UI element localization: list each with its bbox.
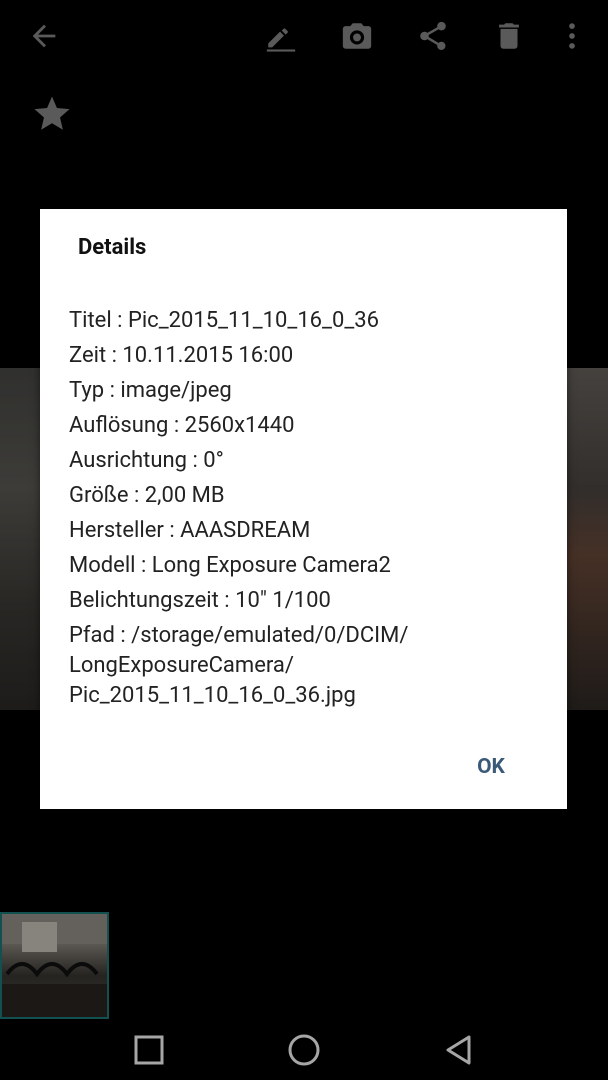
detail-value: AAASDREAM: [180, 518, 311, 543]
detail-value: Pic_2015_11_10_16_0_36: [127, 308, 379, 333]
detail-label: Modell: [69, 553, 136, 578]
detail-label: Zeit: [69, 343, 107, 368]
ok-button[interactable]: OK: [458, 747, 524, 787]
detail-separator: :: [104, 378, 121, 403]
detail-row: Größe : 2,00 MB: [69, 481, 539, 511]
detail-separator: :: [106, 343, 123, 368]
detail-label: Typ: [69, 378, 105, 403]
detail-value: image/jpeg: [120, 378, 232, 403]
detail-value: 10.11.2015 16:00: [122, 343, 294, 368]
details-dialog: Details Titel : Pic_2015_11_10_16_0_36 Ze…: [40, 209, 567, 809]
detail-separator: :: [135, 553, 152, 578]
detail-separator: :: [163, 518, 181, 543]
detail-value: 0°: [203, 448, 224, 473]
detail-separator: :: [218, 588, 236, 613]
details-list: Titel : Pic_2015_11_10_16_0_36 Zeit : 10.…: [69, 306, 539, 716]
detail-separator: :: [111, 308, 128, 333]
detail-label: Auflösung: [69, 413, 169, 438]
detail-label: Größe: [69, 483, 129, 508]
detail-row: Titel : Pic_2015_11_10_16_0_36: [69, 306, 539, 336]
dialog-title: Details: [78, 235, 147, 260]
detail-value: 10" 1/100: [235, 588, 331, 613]
detail-row: Zeit : 10.11.2015 16:00: [69, 341, 539, 371]
detail-separator: :: [186, 448, 204, 473]
detail-row: Belichtungszeit : 10" 1/100: [69, 586, 539, 616]
detail-label: Ausrichtung: [69, 448, 187, 473]
detail-row: Modell : Long Exposure Camera2: [69, 551, 539, 581]
detail-value: Long Exposure Camera2: [151, 553, 391, 578]
detail-label: Belichtungszeit: [69, 588, 219, 613]
detail-row: Ausrichtung : 0°: [69, 446, 539, 476]
detail-row: Pfad : /storage/emulated/0/DCIM/ LongExp…: [69, 621, 539, 711]
detail-label: Hersteller: [69, 518, 164, 543]
detail-separator: :: [168, 413, 185, 438]
detail-label: Pfad: [69, 623, 115, 648]
detail-separator: :: [114, 623, 132, 648]
detail-value: 2560x1440: [184, 413, 295, 438]
detail-row: Auflösung : 2560x1440: [69, 411, 539, 441]
detail-row: Hersteller : AAASDREAM: [69, 516, 539, 546]
detail-separator: :: [128, 483, 145, 508]
detail-value: 2,00 MB: [144, 483, 225, 508]
detail-label: Titel: [69, 308, 112, 333]
detail-row: Typ : image/jpeg: [69, 376, 539, 406]
